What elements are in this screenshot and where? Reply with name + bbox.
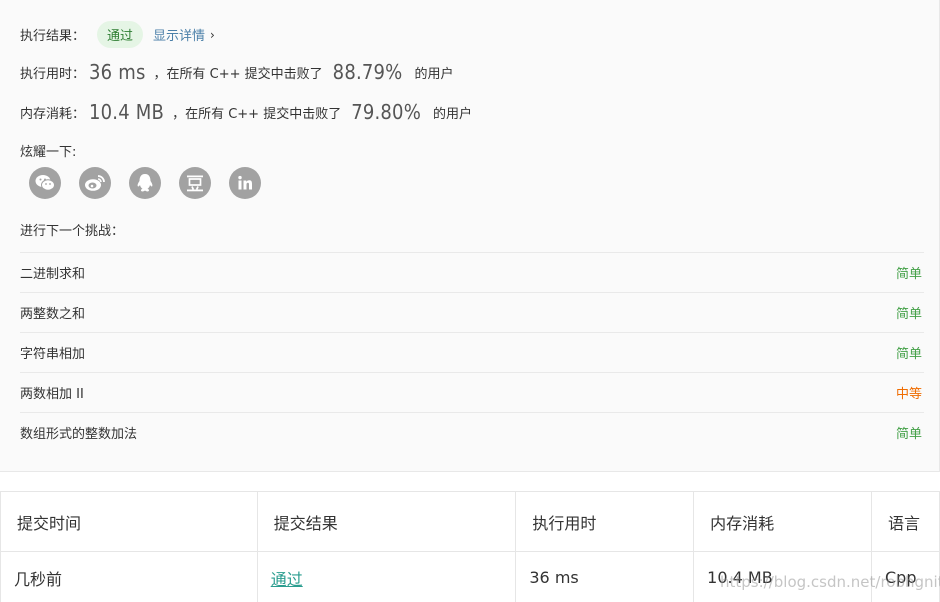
memory-mid-text: ，在所有 C++ 提交中击败了 <box>172 106 342 122</box>
difficulty-badge: 简单 <box>895 267 922 282</box>
memory-label: 内存消耗： <box>20 106 86 122</box>
cell-runtime: 36 ms <box>515 551 695 602</box>
share-icons <box>29 167 261 199</box>
next-challenge-label-row: 进行下一个挑战： <box>20 220 124 239</box>
cell-submit-time: 几秒前 <box>0 551 258 602</box>
problem-title[interactable]: 字符串相加 <box>20 343 85 362</box>
list-item[interactable]: 数组形式的整数加法 简单 <box>20 412 924 452</box>
share-label: 炫耀一下: <box>20 145 77 160</box>
cell-submit-result: 通过 <box>256 551 517 602</box>
wechat-icon[interactable] <box>29 167 61 199</box>
runtime-label: 执行用时： <box>20 66 86 82</box>
chevron-right-icon[interactable]: › <box>210 28 215 42</box>
linkedin-icon[interactable] <box>229 167 261 199</box>
share-label-row: 炫耀一下: <box>20 141 76 160</box>
runtime-percent: 88.79% <box>332 60 403 84</box>
list-item[interactable]: 二进制求和 简单 <box>20 252 924 292</box>
table-header-row: 提交时间 提交结果 执行用时 内存消耗 语言 <box>0 491 940 552</box>
difficulty-badge: 简单 <box>895 347 922 362</box>
problem-title[interactable]: 两数相加 II <box>20 383 84 402</box>
douban-icon[interactable] <box>179 167 211 199</box>
weibo-icon[interactable] <box>79 167 111 199</box>
result-row: 执行结果： 通过 显示详情 › <box>20 21 215 48</box>
memory-row: 内存消耗： 10.4 MB ，在所有 C++ 提交中击败了 79.80% 的用户 <box>20 100 472 124</box>
difficulty-badge: 中等 <box>895 387 922 402</box>
header-submit-time: 提交时间 <box>0 491 258 552</box>
result-link[interactable]: 通过 <box>271 570 303 589</box>
list-item[interactable]: 两数相加 II 中等 <box>20 372 924 412</box>
memory-percent: 79.80% <box>351 100 421 124</box>
header-language: 语言 <box>870 491 940 552</box>
status-badge: 通过 <box>97 21 144 48</box>
problem-title[interactable]: 数组形式的整数加法 <box>20 423 137 442</box>
show-details-link[interactable]: 显示详情 <box>153 25 205 44</box>
result-label: 执行结果： <box>20 29 86 44</box>
runtime-row: 执行用时： 36 ms ，在所有 C++ 提交中击败了 88.79% 的用户 <box>20 60 453 84</box>
runtime-suffix: 的用户 <box>414 66 454 82</box>
list-item[interactable]: 字符串相加 简单 <box>20 332 924 372</box>
difficulty-badge: 简单 <box>895 427 922 442</box>
header-submit-result: 提交结果 <box>256 491 517 552</box>
memory-value: 10.4 MB <box>89 100 165 124</box>
table-row: 几秒前 通过 36 ms 10.4 MB Cpp <box>0 551 940 602</box>
result-panel: 执行结果： 通过 显示详情 › 执行用时： 36 ms ，在所有 C++ 提交中… <box>0 0 940 472</box>
runtime-mid-text: ，在所有 C++ 提交中击败了 <box>153 66 323 82</box>
list-item[interactable]: 两整数之和 简单 <box>20 292 924 332</box>
submissions-table: 提交时间 提交结果 执行用时 内存消耗 语言 几秒前 通过 36 ms 10.4… <box>0 491 940 602</box>
cell-memory: 10.4 MB <box>693 551 872 602</box>
next-challenge-list: 二进制求和 简单 两整数之和 简单 字符串相加 简单 两数相加 II 中等 数组… <box>20 252 924 452</box>
memory-suffix: 的用户 <box>433 106 473 122</box>
problem-title[interactable]: 两整数之和 <box>20 303 85 322</box>
header-memory: 内存消耗 <box>693 491 872 552</box>
problem-title[interactable]: 二进制求和 <box>20 263 85 282</box>
cell-language: Cpp <box>870 551 940 602</box>
next-challenge-label: 进行下一个挑战： <box>20 224 125 239</box>
header-runtime: 执行用时 <box>515 491 695 552</box>
qq-icon[interactable] <box>129 167 161 199</box>
runtime-value: 36 ms <box>89 60 146 84</box>
difficulty-badge: 简单 <box>895 307 922 322</box>
